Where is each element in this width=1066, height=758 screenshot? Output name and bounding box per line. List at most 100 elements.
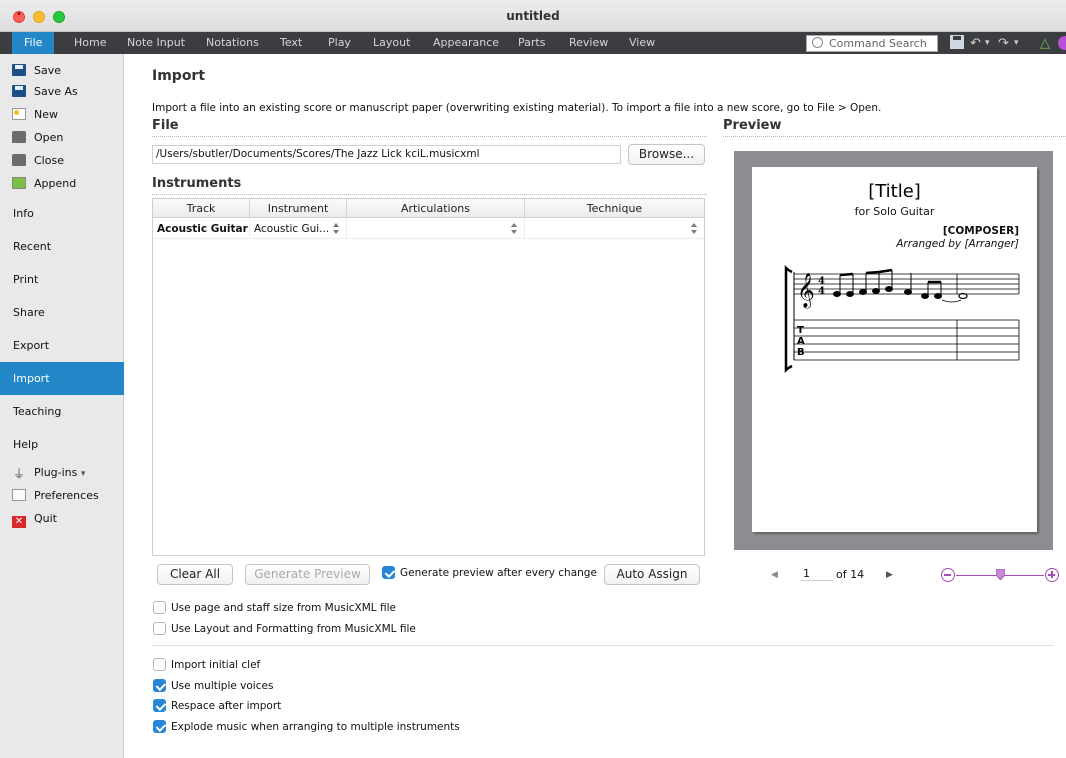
svg-text:A: A (797, 336, 805, 347)
import-initial-clef-checkbox[interactable]: Import initial clef (153, 658, 260, 674)
score-subtitle: for Solo Guitar (854, 205, 935, 218)
sidebar-item-label: Plug-ins (34, 466, 78, 479)
checkbox-box[interactable] (153, 679, 166, 692)
explode-music-checkbox[interactable]: Explode music when arranging to multiple… (153, 720, 460, 736)
save-quick-icon[interactable] (950, 35, 964, 52)
zoom-in-icon[interactable] (1045, 568, 1059, 582)
technique-select[interactable] (525, 219, 704, 239)
score-preview-page[interactable]: [Title] for Solo Guitar [COMPOSER] Arran… (752, 167, 1037, 532)
tab-play[interactable]: Play (316, 32, 363, 54)
triangle-warning-icon[interactable]: △ (1040, 35, 1050, 52)
command-search-input[interactable]: Command Search (806, 35, 938, 52)
zoom-out-icon[interactable] (941, 568, 955, 582)
tab-parts[interactable]: Parts (506, 32, 557, 54)
redo-icon[interactable]: ↷ (998, 35, 1009, 52)
checkbox-label: Generate preview after every change (400, 567, 597, 579)
checkbox-label: Use Layout and Formatting from MusicXML … (171, 623, 416, 635)
sidebar-item-recent[interactable]: Recent (0, 230, 124, 263)
zoom-slider-thumb[interactable] (995, 568, 1005, 581)
svg-text:4: 4 (818, 286, 825, 297)
svg-text:B: B (797, 347, 805, 358)
column-header-instrument[interactable]: Instrument (250, 199, 347, 218)
folder-open-icon (12, 131, 26, 143)
sidebar-item-label: Quit (34, 512, 57, 525)
checkbox-box[interactable] (153, 601, 166, 614)
articulations-select[interactable] (347, 219, 525, 239)
browse-button[interactable]: Browse... (628, 144, 705, 165)
sidebar-item-import[interactable]: Import (0, 362, 124, 395)
page-number-field[interactable]: 1 (801, 567, 833, 581)
sidebar-item-close[interactable]: Close (0, 150, 124, 172)
sidebar-item-plugins[interactable]: ⏚ Plug-ins ▾ (0, 462, 124, 484)
checkbox-box[interactable] (153, 622, 166, 635)
table-row[interactable]: Acoustic Guitar Acoustic Gui... (153, 219, 704, 239)
table-header: Track Instrument Articulations Technique (153, 199, 704, 218)
column-header-technique[interactable]: Technique (525, 199, 704, 218)
sidebar-item-open[interactable]: Open (0, 127, 124, 149)
sidebar-item-info[interactable]: Info (0, 197, 124, 230)
command-search-placeholder: Command Search (829, 37, 927, 50)
use-page-staff-size-checkbox[interactable]: Use page and staff size from MusicXML fi… (153, 601, 396, 617)
svg-text:𝄞: 𝄞 (797, 273, 815, 309)
checkbox-box[interactable] (153, 720, 166, 733)
generate-preview-button[interactable]: Generate Preview (245, 564, 370, 585)
use-multiple-voices-checkbox[interactable]: Use multiple voices (153, 679, 273, 695)
generate-after-change-checkbox[interactable]: Generate preview after every change (382, 566, 597, 582)
sidebar-item-teaching[interactable]: Teaching (0, 395, 124, 428)
tab-layout[interactable]: Layout (361, 32, 422, 54)
sidebar-item-label: Save As (34, 85, 78, 98)
sidebar-item-save[interactable]: Save (0, 60, 124, 82)
auto-assign-button[interactable]: Auto Assign (604, 564, 700, 585)
sidebar-item-share[interactable]: Share (0, 296, 124, 329)
clear-all-button[interactable]: Clear All (157, 564, 233, 585)
respace-after-import-checkbox[interactable]: Respace after import (153, 699, 281, 715)
track-cell: Acoustic Guitar (153, 219, 250, 239)
previous-page-icon[interactable]: ◀ (771, 570, 778, 580)
sidebar-item-preferences[interactable]: Preferences (0, 485, 124, 507)
tab-home[interactable]: Home (62, 32, 118, 54)
sidebar-item-help[interactable]: Help (0, 428, 124, 461)
tab-text[interactable]: Text (268, 32, 314, 54)
select-arrows-icon (333, 223, 340, 234)
tab-notations[interactable]: Notations (194, 32, 271, 54)
checkbox-label: Use multiple voices (171, 680, 274, 692)
checkbox-box[interactable] (153, 699, 166, 712)
checkbox-box[interactable] (382, 566, 395, 579)
sidebar-item-label: New (34, 108, 58, 121)
sidebar-item-print[interactable]: Print (0, 263, 124, 296)
tab-review[interactable]: Review (557, 32, 620, 54)
sidebar-item-save-as[interactable]: Save As (0, 81, 124, 103)
save-as-icon (12, 85, 26, 97)
column-header-articulations[interactable]: Articulations (347, 199, 525, 218)
plug-icon: ⏚ (12, 467, 25, 481)
sidebar-item-new[interactable]: New (0, 104, 124, 126)
undo-dropdown-icon[interactable]: ▾ (985, 35, 990, 52)
new-document-icon (12, 108, 26, 120)
divider (152, 645, 1054, 646)
save-icon (12, 64, 26, 76)
sidebar-item-append[interactable]: Append (0, 173, 124, 195)
sidebar-item-export[interactable]: Export (0, 329, 124, 362)
tab-file[interactable]: File (12, 32, 55, 54)
quit-x-icon: ✕ (12, 516, 26, 528)
instruments-heading: Instruments (152, 176, 242, 191)
sidebar-item-quit[interactable]: ✕ Quit (0, 508, 124, 530)
use-layout-formatting-checkbox[interactable]: Use Layout and Formatting from MusicXML … (153, 622, 416, 638)
checkbox-label: Import initial clef (171, 659, 261, 671)
sidebar-item-label: Open (34, 131, 64, 144)
tab-appearance[interactable]: Appearance (421, 32, 511, 54)
score-title: [Title] (868, 181, 921, 202)
tab-view[interactable]: View (617, 32, 667, 54)
next-page-icon[interactable]: ▶ (886, 570, 893, 580)
help-bubble-icon[interactable] (1058, 36, 1066, 50)
column-header-track[interactable]: Track (153, 199, 250, 218)
tab-note-input[interactable]: Note Input (115, 32, 197, 54)
undo-icon[interactable]: ↶ (970, 35, 981, 52)
file-path-field[interactable]: /Users/sbutler/Documents/Scores/The Jazz… (152, 145, 621, 164)
redo-dropdown-icon[interactable]: ▾ (1014, 35, 1019, 52)
instrument-select[interactable]: Acoustic Gui... (250, 219, 347, 239)
file-heading: File (152, 118, 179, 133)
sidebar-item-label: Append (34, 177, 77, 190)
checkbox-box[interactable] (153, 658, 166, 671)
score-arranger: Arranged by [Arranger] (896, 238, 1019, 250)
